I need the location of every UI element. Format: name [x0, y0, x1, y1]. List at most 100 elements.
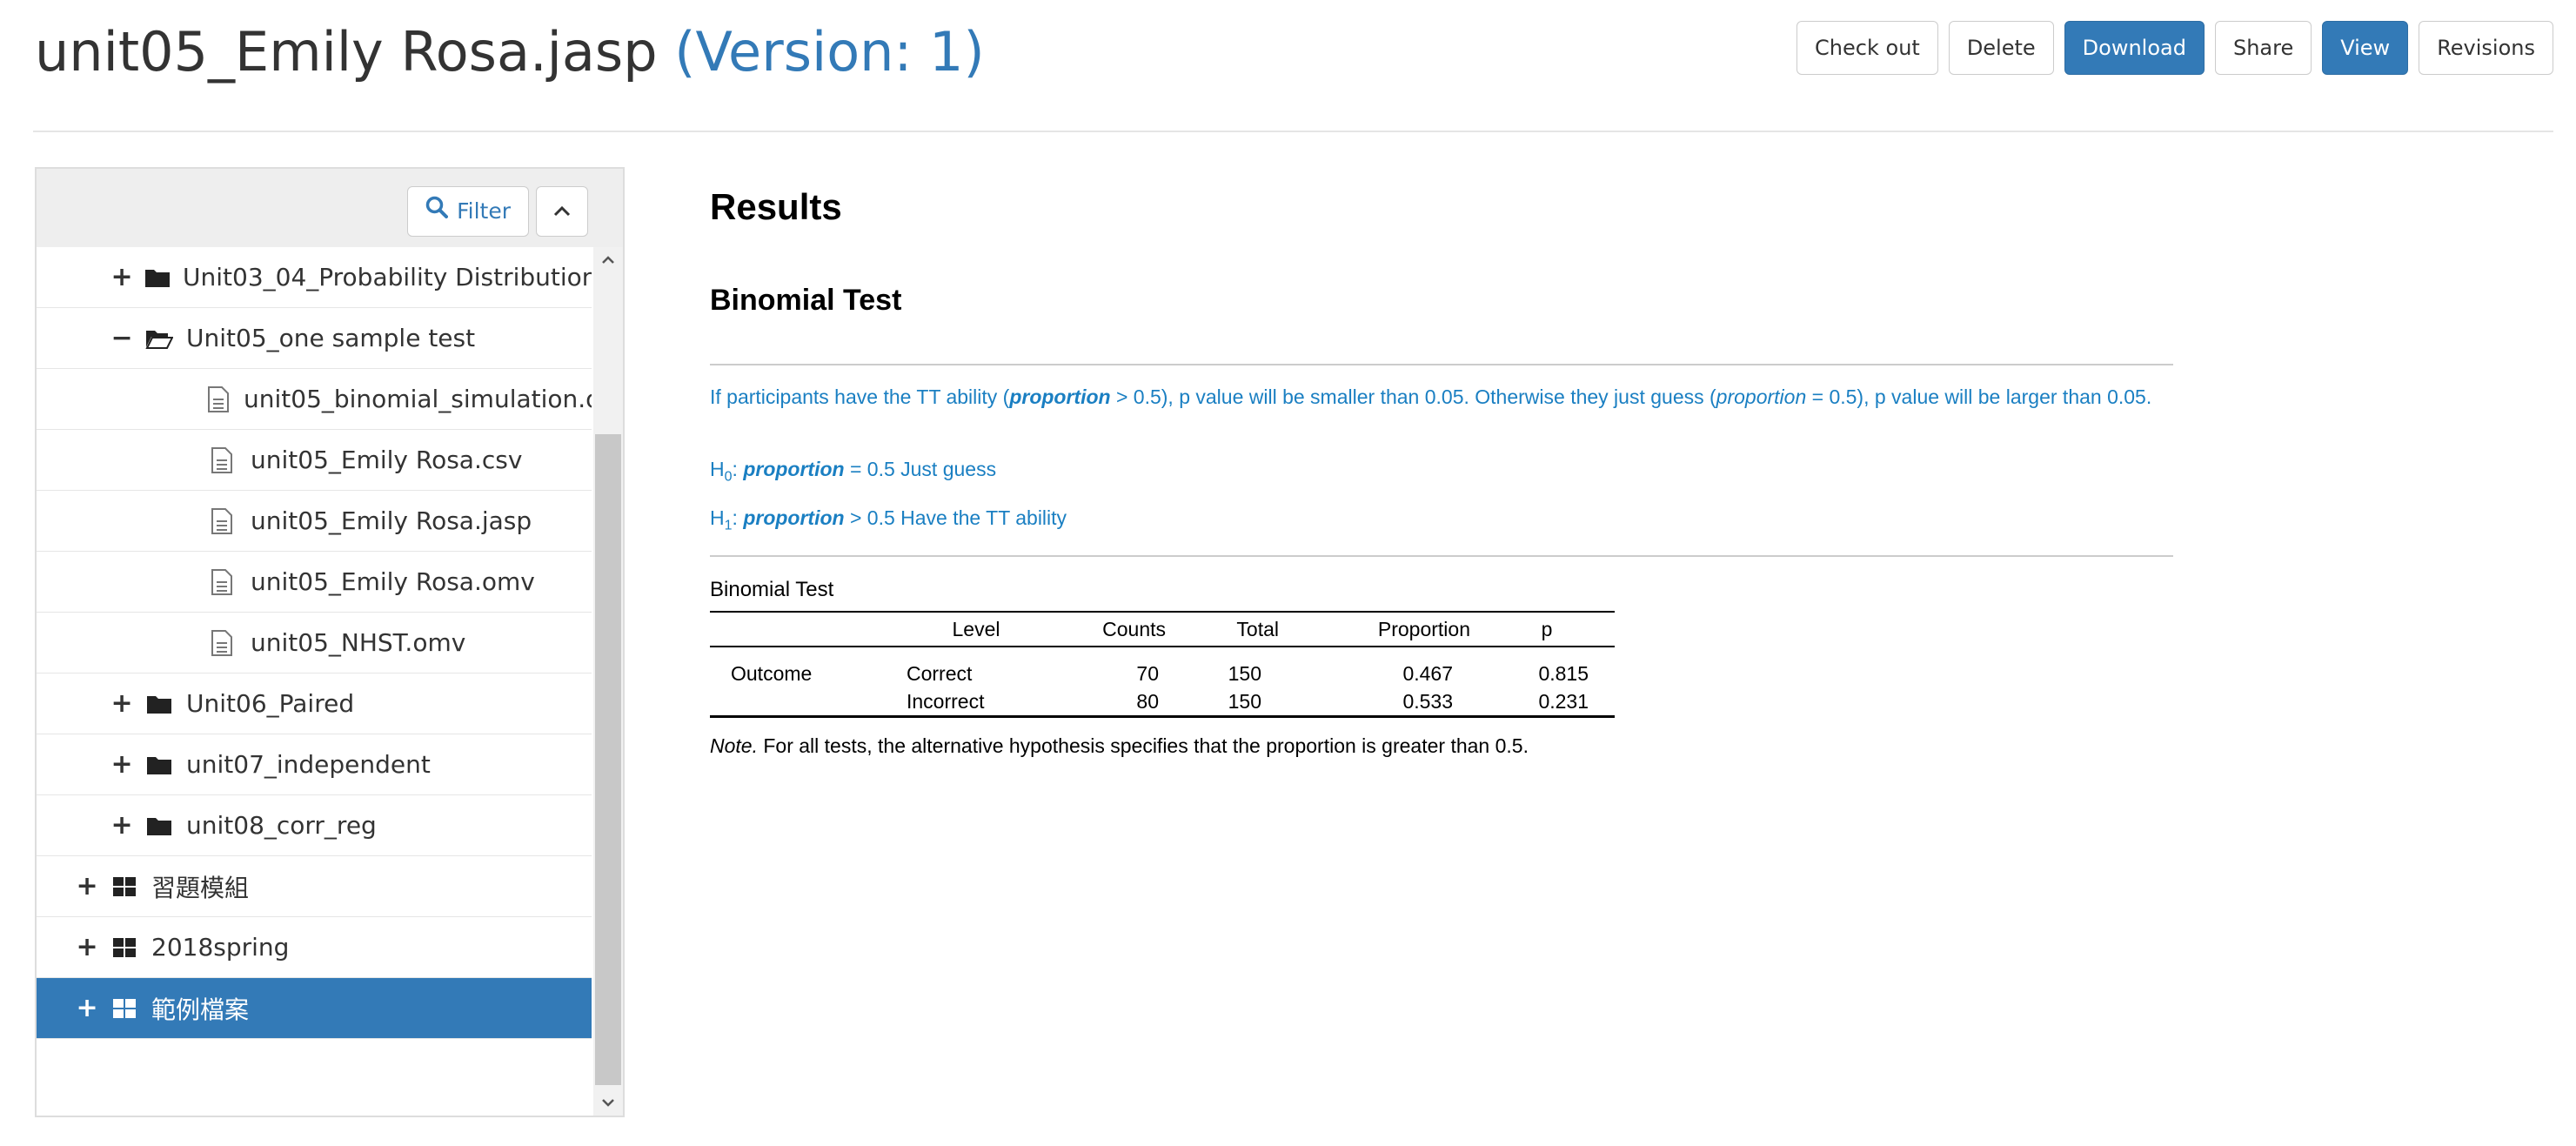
version-label: (Version: 1) [674, 20, 985, 84]
folder-icon [144, 815, 174, 836]
tree-item-file[interactable]: unit05_Emily Rosa.csv [37, 430, 592, 491]
table-cell: Correct [907, 661, 973, 685]
file-name: unit05_Emily Rosa.jasp [35, 20, 658, 84]
tree-item-unit05[interactable]: − Unit05_one sample test [37, 308, 592, 369]
expand-toggle[interactable]: + [110, 688, 132, 719]
col-header: Counts [1054, 611, 1174, 647]
table-title: Binomial Test [710, 578, 834, 601]
tree-item-label: 習題模組 [151, 873, 250, 902]
tree-item-unit06[interactable]: + Unit06_Paired [37, 674, 592, 734]
collapse-tree-button[interactable] [536, 186, 588, 237]
header-divider [33, 131, 2553, 132]
expand-toggle[interactable]: + [110, 262, 132, 292]
tree-item-unit07[interactable]: + unit07_independent [37, 734, 592, 795]
note-text: For all tests, the alternative hypothesi… [757, 734, 1529, 757]
table-cell: 0.467 [1402, 661, 1453, 685]
expand-toggle[interactable]: + [76, 993, 97, 1023]
check-out-button[interactable]: Check out [1797, 21, 1938, 75]
col-header: Total [1174, 611, 1288, 647]
table-cell: Incorrect [898, 687, 1054, 718]
hyp-sub: 1 [724, 518, 733, 533]
expand-toggle[interactable]: + [76, 871, 97, 901]
search-icon [425, 187, 449, 236]
tree-item-label: unit05_Emily Rosa.jasp [251, 506, 532, 535]
tree-item-file[interactable]: unit05_binomial_simulation.omv [37, 369, 592, 430]
tree-item-module[interactable]: + 2018spring [37, 917, 592, 978]
file-text-icon [207, 507, 237, 534]
tree-header: Filter [37, 169, 623, 247]
folder-open-icon [144, 328, 174, 349]
delete-button[interactable]: Delete [1948, 21, 2054, 75]
view-button[interactable]: View [2322, 21, 2409, 75]
tree-item-label: unit05_Emily Rosa.omv [251, 567, 535, 596]
tree-item-module[interactable]: + 習題模組 [37, 856, 592, 917]
tree-scrollbar[interactable] [593, 247, 623, 1116]
table-note: Note. For all tests, the alternative hyp… [710, 734, 1529, 758]
tree-item-unit03[interactable]: + Unit03_04_Probability Distribution [37, 247, 592, 308]
table-cell: Outcome [731, 661, 813, 685]
file-text-icon [207, 385, 230, 412]
hyp-colon: : [732, 506, 744, 529]
tree-item-file[interactable]: unit05_Emily Rosa.omv [37, 552, 592, 613]
tree-item-file[interactable]: unit05_NHST.omv [37, 613, 592, 674]
filter-label: Filter [457, 198, 511, 224]
table-row: Incorrect 80 150 0.533 0.231 [710, 687, 1615, 718]
tree-item-label: 範例檔案 [151, 995, 250, 1024]
file-text-icon [207, 446, 237, 473]
table-row: Outcome Correct 70 150 0.467 0.815 [710, 647, 1615, 687]
tree-item-unit08[interactable]: + unit08_corr_reg [37, 795, 592, 856]
folder-icon [144, 694, 174, 714]
page-title: unit05_Emily Rosa.jasp (Version: 1) [35, 16, 985, 89]
binomial-table: Level Counts Total Proportion p Outcome … [710, 611, 1615, 718]
folder-icon [144, 267, 171, 288]
analysis-title: Binomial Test [710, 284, 902, 317]
desc-var: proportion [1716, 385, 1807, 408]
table-cell: 0.231 [1479, 687, 1615, 718]
table-cell: 0.815 [1538, 661, 1589, 685]
table-cell [710, 687, 898, 718]
download-button[interactable]: Download [2064, 21, 2205, 75]
collapse-toggle[interactable]: − [110, 323, 132, 353]
expand-toggle[interactable]: + [76, 932, 97, 962]
table-cell: 150 [1174, 687, 1288, 718]
divider [710, 555, 2173, 557]
revisions-button[interactable]: Revisions [2419, 21, 2553, 75]
module-grid-icon [110, 937, 139, 958]
analysis-description: If participants have the TT ability (pro… [710, 384, 2173, 410]
toolbar: Check out Delete Download Share View Rev… [1797, 21, 2553, 75]
tree-list: + Unit03_04_Probability Distribution − U… [37, 247, 592, 1039]
desc-text: If participants have the TT ability ( [710, 385, 1010, 408]
tree-item-label: unit05_NHST.omv [251, 628, 466, 657]
table-cell: 80 [1054, 687, 1174, 718]
tree-item-label: unit05_Emily Rosa.csv [251, 446, 523, 474]
hyp-var: proportion [743, 506, 845, 529]
scroll-down-icon[interactable] [593, 1089, 623, 1116]
tree-item-label: 2018spring [151, 933, 290, 962]
file-text-icon [207, 568, 237, 595]
scroll-thumb[interactable] [595, 434, 621, 1085]
tree-item-file[interactable]: unit05_Emily Rosa.jasp [37, 491, 592, 552]
filter-button[interactable]: Filter [407, 186, 529, 237]
tree-item-label: Unit06_Paired [186, 689, 355, 718]
file-tree-panel: Filter + Unit03_04_Probability Distribut… [35, 167, 625, 1117]
table-cell: 0.533 [1288, 687, 1479, 718]
tree-item-label: Unit03_04_Probability Distribution [183, 263, 592, 292]
expand-toggle[interactable]: + [110, 749, 132, 780]
hyp-var: proportion [743, 458, 845, 480]
table-cell: 70 [1136, 661, 1159, 685]
note-label: Note. [710, 734, 758, 757]
hyp-sub: 0 [724, 469, 733, 485]
col-header: Proportion [1288, 611, 1479, 647]
hyp-text: = 0.5 Just guess [844, 458, 997, 480]
tree-item-module-selected[interactable]: + 範例檔案 [37, 978, 592, 1039]
share-button[interactable]: Share [2214, 21, 2312, 75]
table-header-row: Level Counts Total Proportion p [710, 611, 1615, 647]
null-hypothesis: H0: proportion = 0.5 Just guess [710, 458, 996, 486]
tree-item-label: unit08_corr_reg [186, 811, 377, 840]
desc-var: proportion [1009, 385, 1111, 408]
module-grid-icon [110, 998, 139, 1019]
tree-item-label: unit07_independent [186, 750, 431, 779]
expand-toggle[interactable]: + [110, 810, 132, 841]
col-header: Level [898, 611, 1054, 647]
scroll-up-icon[interactable] [593, 247, 623, 273]
